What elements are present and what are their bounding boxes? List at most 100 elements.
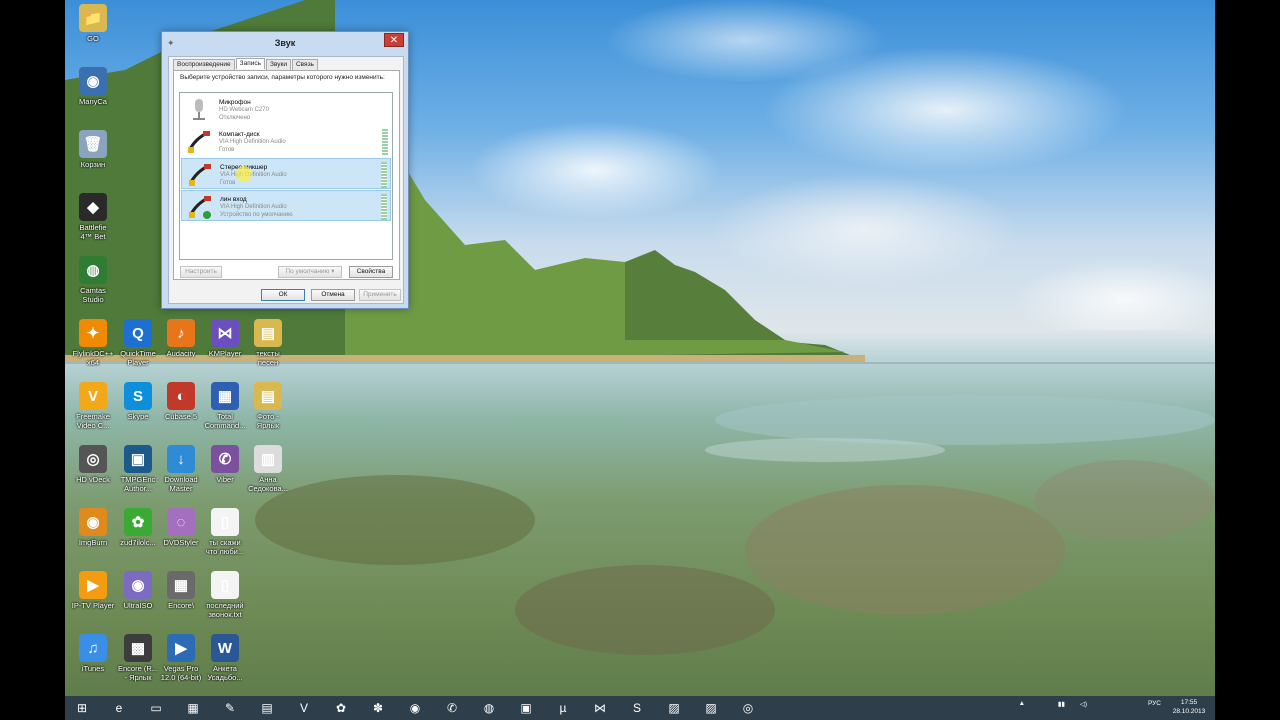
- taskbar-chrome-icon: ◉: [409, 701, 421, 715]
- icon-encore[interactable]: ▦ Encore\: [158, 571, 204, 610]
- taskbar-app2[interactable]: ▨: [696, 698, 726, 718]
- dialog-titlebar[interactable]: ✦ Звук ✕: [162, 32, 408, 54]
- icon-dvdstyler[interactable]: ◌ DVDStyler: [158, 508, 204, 547]
- icon-download-master[interactable]: ↓ Download Master: [158, 445, 204, 493]
- icon-flylinkdc[interactable]: ✦ FlylinkDC++ x64: [70, 319, 116, 367]
- taskbar-utorrent-icon: µ: [559, 701, 567, 715]
- taskbar-paw-icon: ✿: [335, 701, 347, 715]
- icon-quicktime[interactable]: Q QuickTime Player: [115, 319, 161, 367]
- desktop-icon-label: Battlefie 4™ Bet: [79, 223, 107, 241]
- sound-dialog: ✦ Звук ✕ Воспроизведение Запись Звуки Св…: [161, 31, 409, 309]
- icon-encore-shortcut[interactable]: ▩ Encore (R... - Ярлык: [115, 634, 161, 682]
- icon-ultraiso-icon: ◉: [124, 571, 152, 599]
- icon-lyrics-folder[interactable]: ▤ тексты песен: [245, 319, 291, 367]
- language-indicator[interactable]: РУС: [1148, 700, 1161, 707]
- taskbar: ⊞ e ▭ ▦ ✎ ▤ V ✿ ✽ ◉ ✆ ◍ ▣ µ ⋈ S ▨ ▨ ◎ ▲ ▮▮ ◁) РУС 17:55 28…: [65, 696, 1215, 720]
- icon-anna-wmv[interactable]: ▥ Анна Седокова...: [245, 445, 291, 493]
- icon-kmplayer[interactable]: ⋈ KMPlayer: [202, 319, 248, 358]
- taskbar-paw[interactable]: ✿: [326, 698, 356, 718]
- icon-anketa[interactable]: W Анкета Усадьбо...: [202, 634, 248, 682]
- icon-skype[interactable]: S Skype: [115, 382, 161, 421]
- icon-tmpgenc[interactable]: ▣ TMPGEnc Author...: [115, 445, 161, 493]
- desktop-icon-label: последний звонок.txt: [206, 601, 244, 619]
- tray-volume-icon[interactable]: ◁): [1080, 700, 1087, 708]
- icon-last-call[interactable]: ▯ последний звонок.txt: [202, 571, 248, 619]
- taskbar-kmplayer-icon: ⋈: [594, 701, 606, 715]
- taskbar-ie[interactable]: e: [104, 698, 134, 718]
- audio-cable-icon: [188, 164, 211, 186]
- taskbar-paint[interactable]: ✎: [215, 698, 245, 718]
- tray-network-icon[interactable]: ▮▮: [1058, 700, 1065, 708]
- clock[interactable]: 17:55 28.10.2013: [1169, 698, 1209, 716]
- icon-viber[interactable]: ✆ Viber: [202, 445, 248, 484]
- icon-hd-vdeck[interactable]: ◎ HD vDeck: [70, 445, 116, 484]
- taskbar-firefox[interactable]: ◍: [474, 698, 504, 718]
- icon-freemake[interactable]: V Freemake Video C...: [70, 382, 116, 430]
- ok-button[interactable]: ОК: [261, 289, 305, 301]
- icon-cubase[interactable]: ◐ Cubase 5: [158, 382, 204, 421]
- icon-ultraiso[interactable]: ◉ UltraISO: [115, 571, 161, 610]
- icon-zuD[interactable]: ✿ zud7ilolc...: [115, 508, 161, 547]
- taskbar-sound-icon: ◎: [742, 701, 754, 715]
- device-name: лин вход: [220, 196, 247, 203]
- taskbar-tmpgenc[interactable]: ▣: [511, 698, 541, 718]
- device-list: Микрофон HD Webcam C270 Отключено Компак…: [179, 92, 393, 260]
- icon-audacity[interactable]: ♪ Audacity: [158, 319, 204, 358]
- level-meter: [382, 129, 388, 155]
- properties-button[interactable]: Свойства: [349, 266, 393, 278]
- icon-encore-shortcut-icon: ▩: [124, 634, 152, 662]
- icon-imgburn[interactable]: ◉ ImgBurn: [70, 508, 116, 547]
- icon-recycle-bin[interactable]: 🗑 Корзин: [70, 130, 116, 169]
- device-cd[interactable]: Компакт-диск VIA High Definition Audio Г…: [181, 126, 391, 157]
- device-stereo-mix[interactable]: Стерео микшер VIA High Definition Audio …: [181, 158, 391, 189]
- taskbar-explorer-icon: ▭: [150, 701, 162, 715]
- taskbar-chrome[interactable]: ◉: [400, 698, 430, 718]
- icon-itunes[interactable]: ♫ iTunes: [70, 634, 116, 673]
- icon-dvdstyler-icon: ◌: [167, 508, 195, 536]
- taskbar-app2-icon: ▨: [705, 701, 717, 715]
- taskbar-notepad[interactable]: ▤: [252, 698, 282, 718]
- start-button[interactable]: ⊞: [67, 698, 97, 718]
- desktop-icon-label: TMPGEnc Author...: [120, 475, 156, 493]
- taskbar-utorrent[interactable]: µ: [548, 698, 578, 718]
- apply-button[interactable]: Применить: [359, 289, 401, 301]
- tray-arrow-icon[interactable]: ▲: [1019, 700, 1025, 707]
- taskbar-app1[interactable]: ▨: [659, 698, 689, 718]
- device-microphone[interactable]: Микрофон HD Webcam C270 Отключено: [181, 94, 391, 125]
- taskbar-green[interactable]: ✽: [363, 698, 393, 718]
- configure-button[interactable]: Настроить: [180, 266, 222, 278]
- icon-iptv-player[interactable]: ▶ IP-TV Player: [70, 571, 116, 610]
- icon-camtasia[interactable]: ◍ Camtas Studio: [70, 256, 116, 304]
- icon-audacity-icon: ♪: [167, 319, 195, 347]
- taskbar-sound[interactable]: ◎: [733, 698, 763, 718]
- icon-battlefield[interactable]: ◆ Battlefie 4™ Bet: [70, 193, 116, 241]
- taskbar-kmplayer[interactable]: ⋈: [585, 698, 615, 718]
- taskbar-viber[interactable]: ✆: [437, 698, 467, 718]
- desktop-icon-label: zud7ilolc...: [120, 538, 156, 547]
- icon-manycam[interactable]: ◉ ManyCa: [70, 67, 116, 106]
- device-line-in[interactable]: лин вход VIA High Definition Audio Устро…: [181, 190, 391, 221]
- icon-vegas-pro[interactable]: ▶ Vegas Pro 12.0 (64-bit): [158, 634, 204, 682]
- recording-panel: Выберите устройство записи, параметры ко…: [173, 70, 400, 280]
- icon-lyrics-folder-icon: ▤: [254, 319, 282, 347]
- taskbar-tmpgenc-icon: ▣: [520, 701, 532, 715]
- close-button[interactable]: ✕: [384, 33, 404, 47]
- taskbar-calculator[interactable]: ▦: [178, 698, 208, 718]
- taskbar-freemake[interactable]: V: [289, 698, 319, 718]
- icon-photo-shortcut[interactable]: ▤ Фото - Ярлык: [245, 382, 291, 430]
- icon-total-commander[interactable]: ▦ Total Command...: [202, 382, 248, 430]
- icon-go[interactable]: 📁 GO: [70, 4, 116, 43]
- icon-text-file[interactable]: ▯ ты скажи что люби...: [202, 508, 248, 556]
- desktop-icon-label: ManyCa: [79, 97, 107, 106]
- cancel-button[interactable]: Отмена: [311, 289, 355, 301]
- taskbar-ie-icon: e: [115, 701, 123, 715]
- taskbar-explorer[interactable]: ▭: [141, 698, 171, 718]
- tab-playback[interactable]: Воспроизведение: [173, 59, 235, 70]
- tab-recording[interactable]: Запись: [235, 58, 265, 69]
- taskbar-skype[interactable]: S: [622, 698, 652, 718]
- device-status: Устройство по умолчанию: [220, 212, 293, 218]
- icon-cubase-icon: ◐: [167, 382, 195, 410]
- set-default-dropdown[interactable]: По умолчанию ▾: [278, 266, 342, 278]
- tab-communications[interactable]: Связь: [291, 59, 318, 70]
- tab-sounds[interactable]: Звуки: [266, 59, 291, 70]
